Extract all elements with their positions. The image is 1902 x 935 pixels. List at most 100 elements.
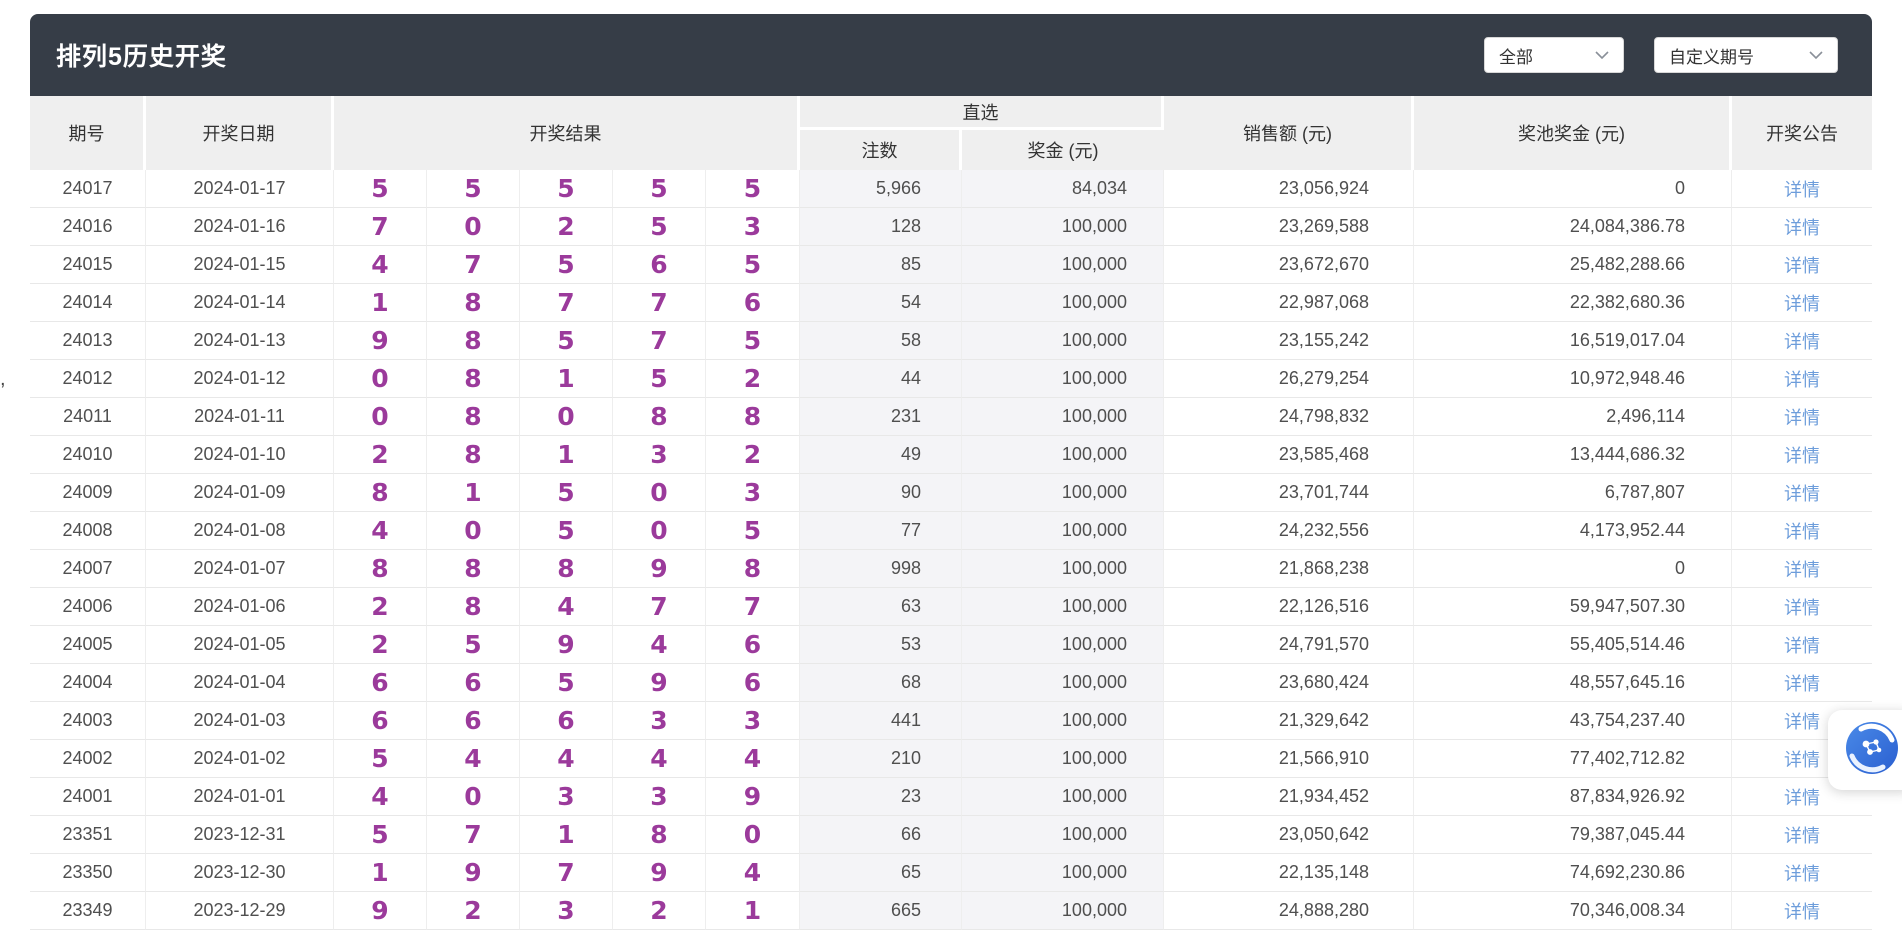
detail-link[interactable]: 详情 [1784,864,1820,884]
table-row: 24007 2024-01-07 8 8 8 9 8 998 100,000 2… [30,550,1872,588]
announcement-cell: 详情 [1732,664,1872,702]
result-digit: 8 [427,550,520,588]
bets-cell: 23 [800,778,962,816]
col-header-bets: 注数 [800,130,962,170]
result-digit: 5 [520,474,613,512]
detail-link[interactable]: 详情 [1784,522,1820,542]
result-digit: 5 [520,512,613,550]
bets-cell: 53 [800,626,962,664]
floating-assistant-button[interactable] [1828,710,1902,790]
bets-cell: 66 [800,816,962,854]
period-cell: 23350 [30,854,146,892]
detail-link[interactable]: 详情 [1784,560,1820,580]
result-digit: 4 [334,512,427,550]
table-row: 24012 2024-01-12 0 8 1 5 2 44 100,000 26… [30,360,1872,398]
detail-link[interactable]: 详情 [1784,484,1820,504]
result-digit: 5 [706,170,800,208]
date-cell: 2024-01-08 [146,512,334,550]
prize-cell: 100,000 [962,854,1164,892]
prize-cell: 100,000 [962,208,1164,246]
bets-cell: 49 [800,436,962,474]
result-digit: 5 [334,740,427,778]
filter-controls: 全部 自定义期号 [1484,37,1838,73]
table-row: 24010 2024-01-10 2 8 1 3 2 49 100,000 23… [30,436,1872,474]
bets-cell: 54 [800,284,962,322]
announcement-cell: 详情 [1732,512,1872,550]
period-cell: 24008 [30,512,146,550]
announcement-cell: 详情 [1732,360,1872,398]
result-digit: 0 [706,816,800,854]
prize-cell: 100,000 [962,626,1164,664]
result-digit: 1 [520,436,613,474]
table-row: 24006 2024-01-06 2 8 4 7 7 63 100,000 22… [30,588,1872,626]
result-digit: 3 [613,702,706,740]
date-cell: 2024-01-07 [146,550,334,588]
table-row: 24017 2024-01-17 5 5 5 5 5 5,966 84,034 … [30,170,1872,208]
pool-cell: 74,692,230.86 [1414,854,1732,892]
detail-link[interactable]: 详情 [1784,256,1820,276]
result-digit: 5 [520,322,613,360]
result-digit: 7 [427,246,520,284]
detail-link[interactable]: 详情 [1784,598,1820,618]
result-digit: 4 [613,740,706,778]
result-digit: 7 [334,208,427,246]
result-digit: 5 [427,170,520,208]
result-digit: 5 [334,816,427,854]
result-digit: 2 [334,588,427,626]
page-title: 排列5历史开奖 [56,37,227,73]
sales-cell: 24,888,280 [1164,892,1414,930]
result-digit: 6 [520,702,613,740]
bets-cell: 90 [800,474,962,512]
sales-cell: 21,868,238 [1164,550,1414,588]
result-digit: 0 [613,512,706,550]
detail-link[interactable]: 详情 [1784,446,1820,466]
result-digit: 9 [613,664,706,702]
detail-link[interactable]: 详情 [1784,370,1820,390]
filter-dropdown-all[interactable]: 全部 [1484,37,1624,73]
detail-link[interactable]: 详情 [1784,902,1820,922]
bets-cell: 85 [800,246,962,284]
prize-cell: 100,000 [962,398,1164,436]
detail-link[interactable]: 详情 [1784,408,1820,428]
result-digit: 7 [520,284,613,322]
result-digit: 6 [334,702,427,740]
filter-dropdown-custom-period[interactable]: 自定义期号 [1654,37,1838,73]
result-digit: 3 [520,892,613,930]
sales-cell: 24,798,832 [1164,398,1414,436]
col-header-period: 期号 [30,96,146,170]
detail-link[interactable]: 详情 [1784,674,1820,694]
detail-link[interactable]: 详情 [1784,636,1820,656]
detail-link[interactable]: 详情 [1784,712,1820,732]
pool-cell: 6,787,807 [1414,474,1732,512]
detail-link[interactable]: 详情 [1784,180,1820,200]
result-digit: 3 [706,208,800,246]
result-digit: 5 [520,664,613,702]
result-digit: 1 [427,474,520,512]
result-digit: 9 [334,892,427,930]
date-cell: 2024-01-16 [146,208,334,246]
bets-cell: 128 [800,208,962,246]
detail-link[interactable]: 详情 [1784,826,1820,846]
bets-cell: 998 [800,550,962,588]
detail-link[interactable]: 详情 [1784,788,1820,808]
result-digit: 8 [427,588,520,626]
detail-link[interactable]: 详情 [1784,332,1820,352]
detail-link[interactable]: 详情 [1784,218,1820,238]
sales-cell: 22,987,068 [1164,284,1414,322]
sales-cell: 24,791,570 [1164,626,1414,664]
result-digit: 5 [520,170,613,208]
sales-cell: 23,672,670 [1164,246,1414,284]
table-row: 24015 2024-01-15 4 7 5 6 5 85 100,000 23… [30,246,1872,284]
detail-link[interactable]: 详情 [1784,294,1820,314]
pool-cell: 59,947,507.30 [1414,588,1732,626]
detail-link[interactable]: 详情 [1784,750,1820,770]
pool-cell: 43,754,237.40 [1414,702,1732,740]
col-header-date: 开奖日期 [146,96,334,170]
prize-cell: 100,000 [962,588,1164,626]
date-cell: 2024-01-02 [146,740,334,778]
pool-cell: 13,444,686.32 [1414,436,1732,474]
result-digit: 1 [520,816,613,854]
results-table-header: 期号 开奖日期 开奖结果 直选 销售额 (元) 奖池奖金 (元) 开奖公告 注数… [30,96,1872,170]
table-row: 23349 2023-12-29 9 2 3 2 1 665 100,000 2… [30,892,1872,930]
date-cell: 2023-12-30 [146,854,334,892]
